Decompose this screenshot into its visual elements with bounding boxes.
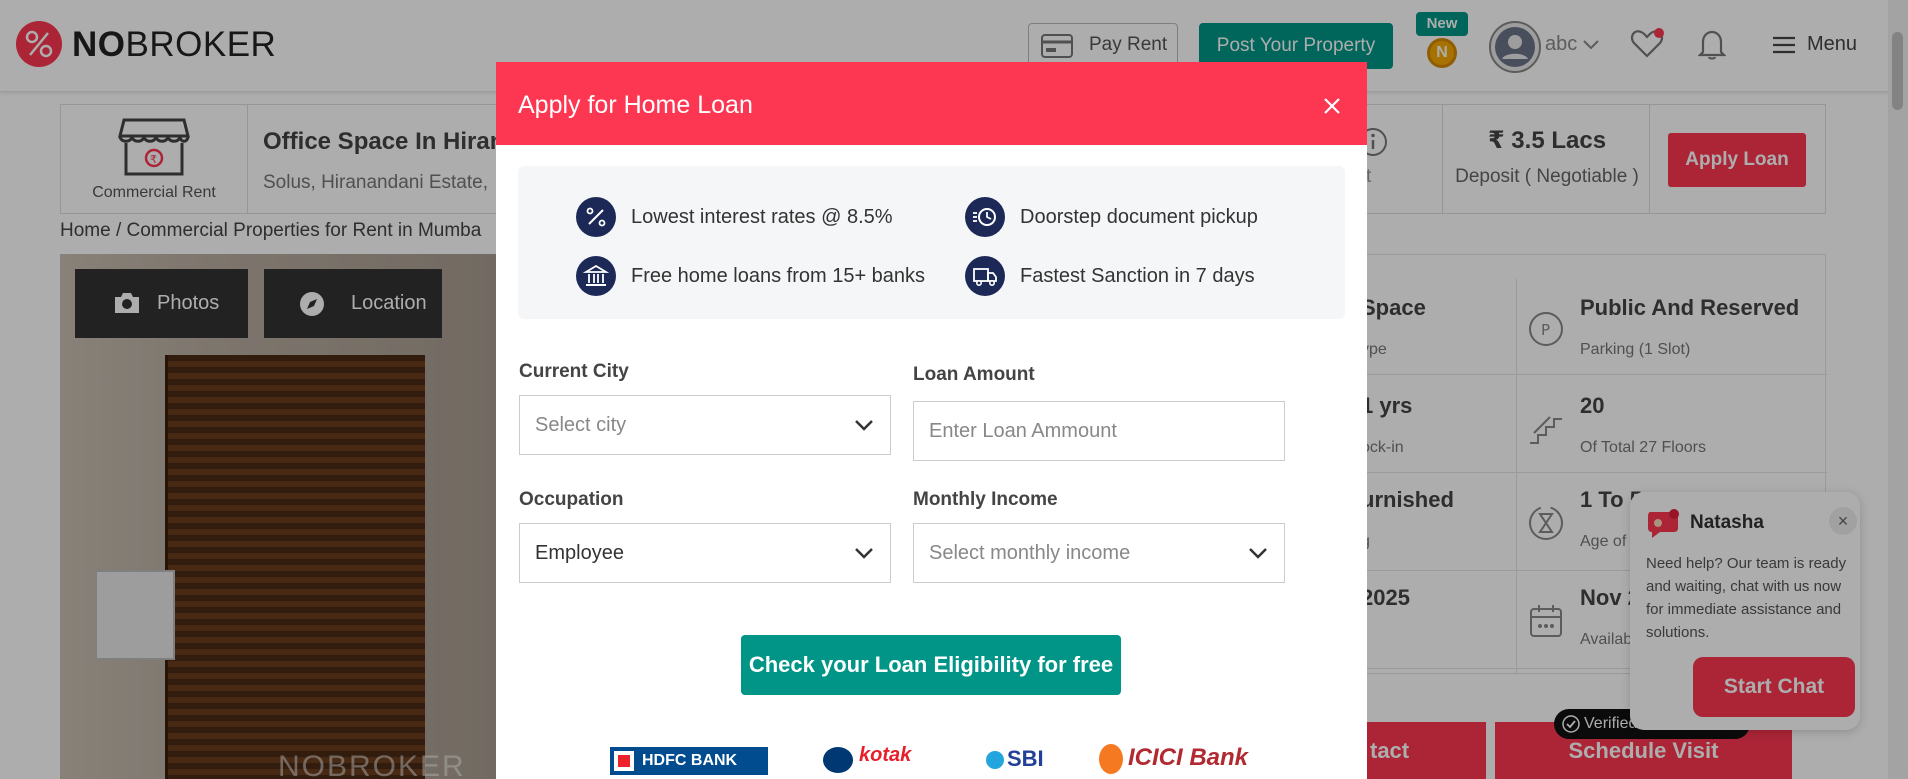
chevron-down-icon — [1248, 546, 1268, 560]
feature-item: Doorstep document pickup — [965, 197, 1258, 237]
sbi-bank-logo: SBI — [1007, 746, 1044, 771]
loan-amount-input[interactable]: Enter Loan Ammount — [913, 401, 1285, 461]
feature-label: Fastest Sanction in 7 days — [1020, 265, 1255, 287]
modal-title: Apply for Home Loan — [518, 91, 753, 119]
occupation-label: Occupation — [519, 489, 624, 510]
current-city-placeholder: Select city — [535, 414, 627, 436]
feature-item: Free home loans from 15+ banks — [576, 256, 925, 296]
monthly-income-label: Monthly Income — [913, 489, 1058, 510]
current-city-select[interactable]: Select city — [519, 395, 891, 455]
current-city-label: Current City — [519, 361, 629, 382]
close-icon[interactable] — [1320, 94, 1344, 118]
bank-icon — [576, 256, 616, 296]
monthly-income-select[interactable]: Select monthly income — [913, 523, 1285, 583]
feature-label: Doorstep document pickup — [1020, 206, 1258, 228]
chevron-down-icon — [854, 546, 874, 560]
occupation-value: Employee — [535, 542, 624, 564]
occupation-select[interactable]: Employee — [519, 523, 891, 583]
feature-item: Fastest Sanction in 7 days — [965, 256, 1255, 296]
feature-label: Lowest interest rates @ 8.5% — [631, 206, 893, 228]
kotak-bank-logo: kotak — [859, 744, 912, 766]
icici-bank-logo: ICICI Bank — [1128, 744, 1249, 771]
chevron-down-icon — [854, 418, 874, 432]
feature-item: Lowest interest rates @ 8.5% — [576, 197, 893, 237]
loan-amount-label: Loan Amount — [913, 364, 1035, 385]
hdfc-logo-mark — [614, 751, 634, 771]
percent-icon — [576, 197, 616, 237]
feature-label: Free home loans from 15+ banks — [631, 265, 926, 287]
monthly-income-placeholder: Select monthly income — [929, 542, 1131, 564]
check-eligibility-button[interactable]: Check your Loan Eligibility for free — [741, 635, 1121, 695]
loan-features-panel — [518, 166, 1345, 319]
truck-icon — [965, 256, 1005, 296]
clock-icon — [965, 197, 1005, 237]
loan-amount-placeholder: Enter Loan Ammount — [929, 420, 1117, 442]
